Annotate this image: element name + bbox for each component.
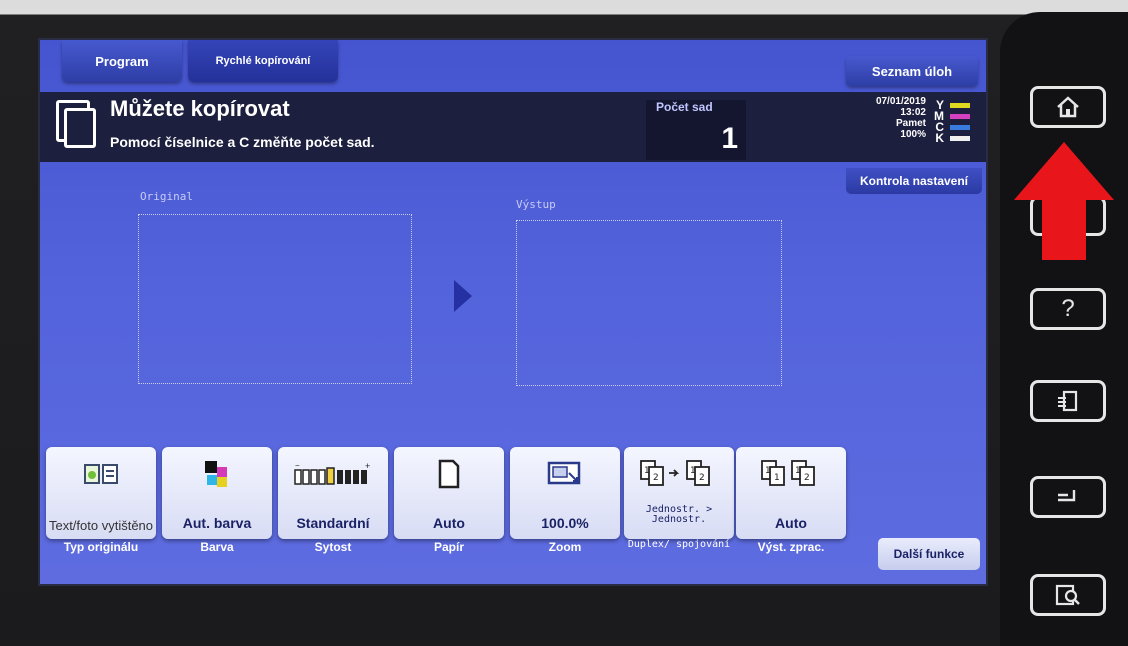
zoom-icon — [510, 457, 620, 491]
svg-text:1: 1 — [774, 473, 780, 483]
finishing-caption: Výst. zprac. — [757, 540, 825, 554]
red-arrow-annotation — [1014, 142, 1114, 260]
status-header: Můžete kopírovat Pomocí číselnice a C zm… — [40, 92, 986, 162]
paper-icon — [394, 457, 504, 491]
svg-text:2: 2 — [699, 473, 705, 483]
zoom-caption: Zoom — [548, 540, 582, 554]
paper-caption: Papír — [433, 540, 464, 554]
duplex-caption: Duplex/ spojování — [627, 539, 731, 550]
memory-label: Pamet — [895, 118, 926, 129]
home-button[interactable] — [1030, 86, 1106, 128]
finishing-icon: 1112 — [736, 457, 846, 491]
density-icon: − + — [278, 457, 388, 491]
home-icon — [1057, 96, 1079, 118]
color-squares-icon — [162, 457, 272, 491]
ink-letters: Y M C K — [934, 99, 944, 145]
more-functions-button[interactable]: Další funkce — [878, 538, 980, 570]
color-button[interactable]: Aut. barva — [162, 447, 272, 539]
time-text: 13:02 — [900, 107, 926, 118]
density-caption: Sytost — [314, 540, 352, 554]
original-label: Original — [140, 190, 193, 203]
svg-text:2: 2 — [804, 473, 810, 483]
job-list-button[interactable]: Seznam úloh — [846, 56, 978, 86]
copy-sets-display: Počet sad 1 — [646, 100, 746, 160]
original-preview — [138, 214, 412, 384]
id-card-icon — [1058, 390, 1078, 412]
book-icon — [46, 457, 156, 491]
original-type-button[interactable]: Text/foto vytištěno — [46, 447, 156, 539]
svg-text:1: 1 — [644, 466, 650, 476]
copy-icon-front — [64, 108, 96, 148]
finishing-button[interactable]: 1112 Auto — [736, 447, 846, 539]
duplex-icon: 1212 — [624, 457, 734, 491]
ink-label-k: K — [935, 131, 944, 145]
svg-text:2: 2 — [653, 473, 659, 483]
toner-magenta-bar — [950, 114, 970, 119]
check-settings-button[interactable]: Kontrola nastavení — [846, 168, 982, 194]
svg-text:1: 1 — [690, 466, 696, 476]
toner-black-bar — [950, 136, 970, 141]
color-value: Aut. barva — [182, 515, 252, 531]
color-caption: Barva — [200, 540, 234, 554]
sets-value: 1 — [721, 122, 738, 155]
output-preview — [516, 220, 782, 386]
svg-text:1: 1 — [765, 466, 771, 476]
machine-status: 07/01/2019 13:02 Pamet 100% — [828, 96, 968, 140]
scan-preview-button[interactable] — [1030, 574, 1106, 616]
output-label: Výstup — [516, 198, 556, 211]
tab-program[interactable]: Program — [62, 40, 182, 82]
date-text: 07/01/2019 — [875, 96, 926, 107]
preview-arrow-icon — [454, 280, 472, 312]
instruction-text: Pomocí číselnice a C změňte počet sad. — [110, 134, 375, 150]
original-type-value: Text/foto vytištěno — [48, 518, 154, 533]
toner-yellow-bar — [950, 103, 970, 108]
toner-levels — [950, 103, 970, 147]
help-button[interactable]: ? — [1030, 288, 1106, 330]
sets-label: Počet sad — [656, 100, 713, 114]
tab-quick-copy[interactable]: Rychlé kopírování — [188, 40, 338, 82]
touch-screen: Program Rychlé kopírování Seznam úloh Mů… — [38, 38, 988, 586]
svg-text:1: 1 — [795, 466, 801, 476]
duplex-button[interactable]: 1212 Jednostr. > Jednostr. — [624, 447, 734, 539]
original-type-caption: Typ originálu — [63, 540, 139, 554]
finishing-value: Auto — [775, 515, 807, 531]
density-value: Standardní — [296, 515, 370, 531]
zoom-button[interactable]: 100.0% — [510, 447, 620, 539]
svg-text:+: + — [365, 462, 370, 471]
toner-cyan-bar — [950, 125, 970, 130]
id-card-button[interactable] — [1030, 380, 1106, 422]
page-title: Můžete kopírovat — [110, 96, 290, 121]
enter-icon — [1058, 490, 1076, 502]
memory-value: 100% — [900, 129, 926, 140]
paper-button[interactable]: Auto — [394, 447, 504, 539]
svg-text:−: − — [295, 462, 300, 470]
paper-value: Auto — [433, 515, 465, 531]
density-button[interactable]: − + Standardní — [278, 447, 388, 539]
return-button[interactable] — [1030, 476, 1106, 518]
zoom-value: 100.0% — [541, 515, 589, 531]
magnifier-icon — [1055, 584, 1080, 606]
duplex-value: Jednostr. > Jednostr. — [645, 504, 713, 525]
help-icon: ? — [1061, 295, 1075, 322]
